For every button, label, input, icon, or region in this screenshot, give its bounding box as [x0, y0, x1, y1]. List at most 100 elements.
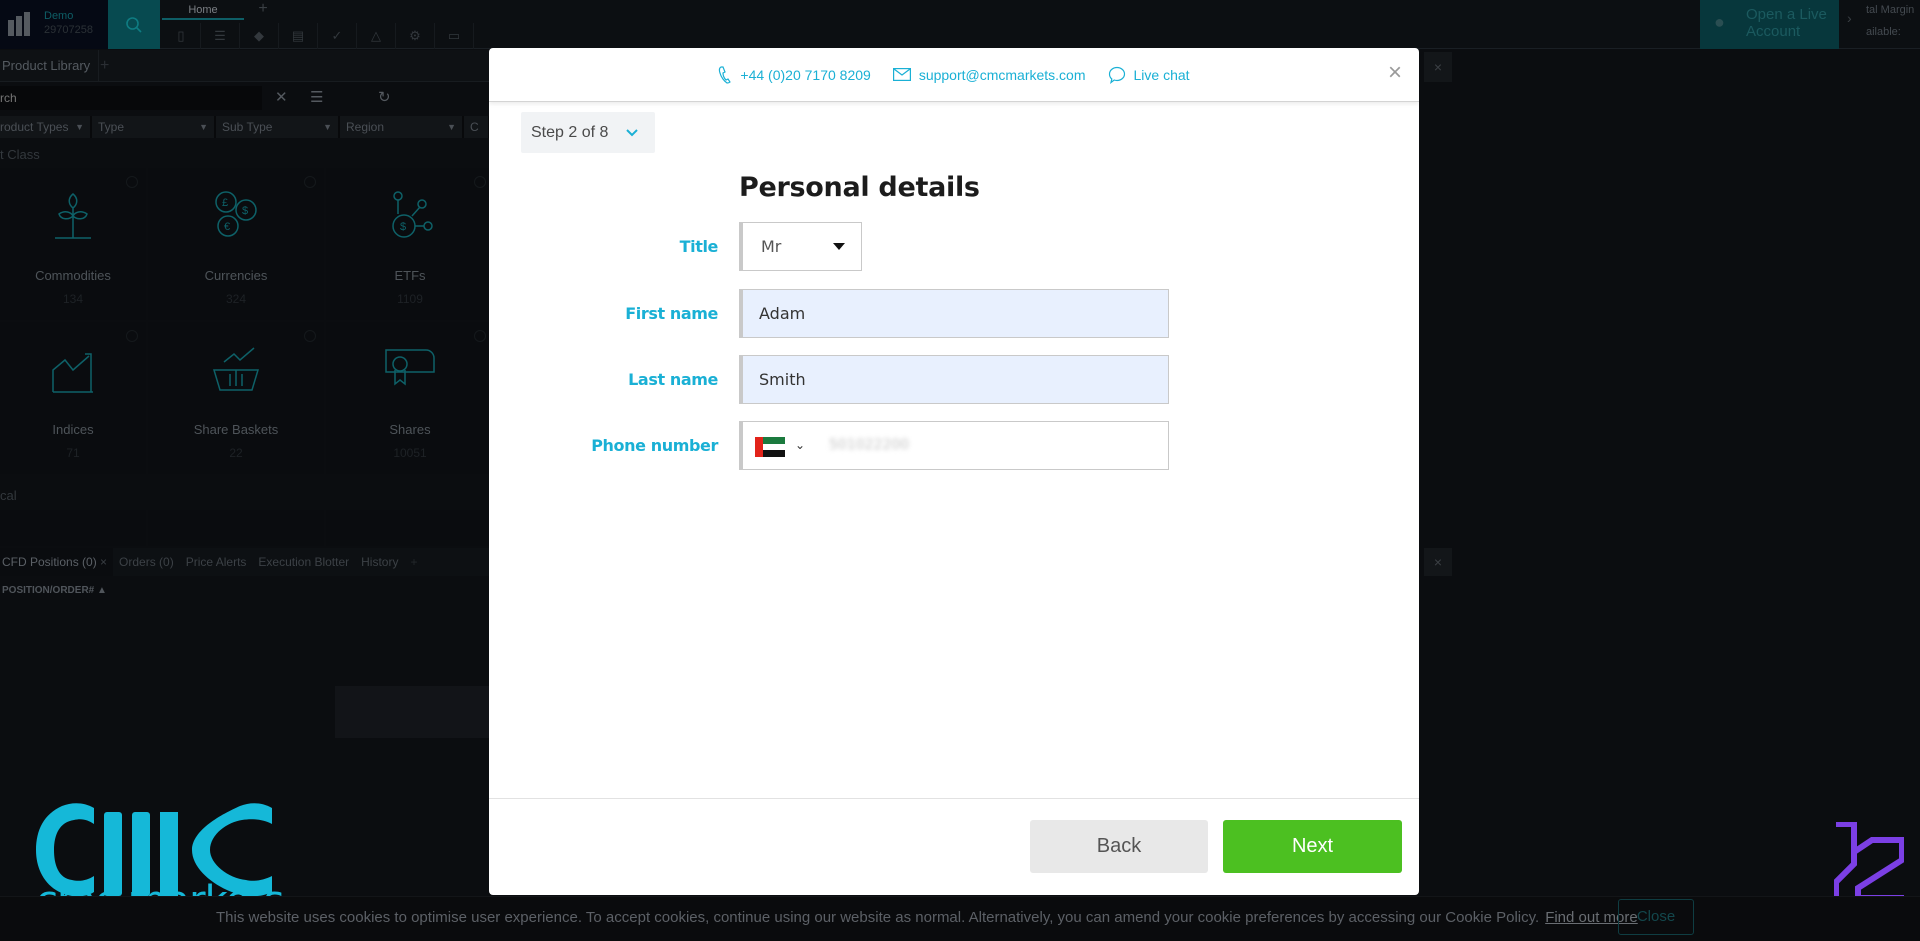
phone-number-value: 501022200: [829, 437, 910, 453]
index-chart-icon: [0, 344, 146, 404]
add-tab-button[interactable]: +: [404, 548, 423, 576]
contact-phone-link[interactable]: +44 (0)20 7170 8209: [718, 65, 871, 84]
add-user-icon: ●: [1714, 12, 1725, 32]
account-number: 29707258: [44, 24, 93, 36]
platform-toolbar: ▯ ☰ ◆ ▤ ✓ △ ⚙ ▭: [162, 23, 474, 49]
second-tiles: [0, 510, 494, 546]
app-root: Demo 29707258 Home + ▯ ☰ ◆ ▤ ✓ △ ⚙ ▭ ● O…: [0, 0, 1920, 941]
column-header-position[interactable]: POSITION/ORDER# ▲: [2, 585, 107, 596]
chart-icon[interactable]: ✓: [318, 23, 357, 49]
add-panel-tab-button[interactable]: +: [100, 50, 109, 82]
filter-partial[interactable]: C: [464, 116, 490, 138]
tab-history[interactable]: History: [355, 548, 404, 576]
tag-icon[interactable]: ◆: [240, 23, 279, 49]
first-name-input[interactable]: [739, 289, 1169, 338]
close-icon[interactable]: ×: [100, 555, 107, 569]
back-button[interactable]: Back: [1030, 820, 1208, 873]
tab-product-library[interactable]: Product Library: [0, 50, 100, 82]
section-asset-class: t Class: [0, 147, 40, 162]
open-live-account-button[interactable]: ● Open a Live Account: [1700, 0, 1839, 49]
education-icon[interactable]: △: [357, 23, 396, 49]
info-icon: [304, 176, 316, 188]
panel-close-icon[interactable]: ×: [1424, 548, 1452, 576]
caret-down-icon: ▼: [75, 122, 84, 132]
caret-down-icon: [833, 243, 845, 250]
tab-home[interactable]: Home: [162, 0, 244, 20]
info-icon: [126, 330, 138, 342]
last-name-input[interactable]: [739, 355, 1169, 404]
footer-divider: [489, 798, 1419, 799]
cookie-close-button[interactable]: Close: [1618, 899, 1694, 935]
tab-price-alerts[interactable]: Price Alerts: [180, 548, 253, 576]
tile-shares[interactable]: Shares 10051: [326, 322, 494, 474]
svg-text:€: €: [224, 221, 230, 233]
tile-commodities[interactable]: Commodities 134: [0, 168, 146, 320]
chevron-down-icon: [626, 124, 639, 142]
clear-search-icon[interactable]: ✕: [275, 86, 288, 110]
chat-bubble-icon: [1108, 66, 1125, 84]
panel-close-icon[interactable]: ×: [1424, 52, 1452, 82]
chevron-right-icon[interactable]: ›: [1847, 10, 1852, 26]
tile-partial[interactable]: [148, 510, 324, 546]
platform-search-button[interactable]: [108, 0, 160, 49]
first-name-row: First name: [489, 289, 1419, 338]
total-margin-label: tal Margin: [1866, 4, 1915, 16]
next-button[interactable]: Next: [1223, 820, 1402, 873]
info-icon: [304, 330, 316, 342]
product-search-input[interactable]: [0, 86, 262, 110]
tile-etfs[interactable]: $ ETFs 1109: [326, 168, 494, 320]
filter-region[interactable]: Region ▼: [340, 116, 464, 138]
filter-product-types[interactable]: roduct Types ▼: [0, 116, 92, 138]
first-name-label: First name: [625, 304, 718, 323]
basket-icon: [148, 344, 324, 404]
live-chat-link[interactable]: Live chat: [1108, 66, 1190, 84]
last-name-row: Last name: [489, 355, 1419, 404]
tile-currencies[interactable]: £ $ € Currencies 324: [148, 168, 324, 320]
form-title: Personal details: [739, 172, 980, 203]
last-name-label: Last name: [628, 370, 718, 389]
svg-text:$: $: [400, 221, 406, 233]
mail-icon: [892, 68, 911, 81]
gear-icon[interactable]: ⚙: [396, 23, 435, 49]
available-label: ailable:: [1866, 26, 1901, 38]
cookie-text: This website uses cookies to optimise us…: [216, 909, 1638, 926]
info-icon: [474, 330, 486, 342]
list-icon[interactable]: ☰: [201, 23, 240, 49]
tile-partial[interactable]: [326, 510, 494, 546]
tile-share-baskets[interactable]: Share Baskets 22: [148, 322, 324, 474]
caret-down-icon: ▼: [323, 122, 332, 132]
coins-icon: £ $ €: [148, 190, 324, 250]
modal-contact-header: +44 (0)20 7170 8209 support@cmcmarkets.c…: [489, 48, 1419, 102]
phone-input[interactable]: ⌄ 501022200: [739, 421, 1169, 470]
info-icon: [126, 176, 138, 188]
phone-icon: [719, 65, 732, 84]
bookmark-icon[interactable]: ▯: [162, 23, 201, 49]
product-library-tabs: Product Library +: [0, 50, 490, 82]
uae-flag-icon[interactable]: [755, 437, 785, 457]
network-dollar-icon: $: [326, 190, 494, 250]
add-tab-button[interactable]: +: [248, 0, 278, 20]
phone-row: Phone number ⌄ 501022200: [489, 421, 1419, 470]
plant-icon: [0, 190, 146, 250]
title-select[interactable]: Mr: [739, 222, 862, 271]
tab-orders[interactable]: Orders (0): [113, 548, 180, 576]
empty-state-placeholder: [335, 686, 490, 738]
cmc-bars-icon: [8, 12, 32, 36]
refresh-icon[interactable]: ↻: [378, 86, 391, 110]
document-icon[interactable]: ▤: [279, 23, 318, 49]
tile-indices[interactable]: Indices 71: [0, 322, 146, 474]
sort-asc-icon: ▲: [97, 585, 107, 596]
filter-settings-icon[interactable]: ☰: [310, 86, 323, 110]
filter-sub-type[interactable]: Sub Type ▼: [216, 116, 340, 138]
tab-cfd-positions[interactable]: CFD Positions (0) ×: [0, 548, 114, 576]
platform-topbar: Demo 29707258 Home + ▯ ☰ ◆ ▤ ✓ △ ⚙ ▭ ● O…: [0, 0, 1920, 49]
filter-type[interactable]: Type ▼: [92, 116, 216, 138]
contact-email-link[interactable]: support@cmcmarkets.com: [892, 67, 1086, 83]
step-indicator-dropdown[interactable]: Step 2 of 8: [521, 112, 655, 153]
tile-partial[interactable]: [0, 510, 146, 546]
window-icon[interactable]: ▭: [435, 23, 474, 49]
phone-label: Phone number: [591, 436, 718, 455]
close-modal-button[interactable]: ×: [1383, 61, 1407, 86]
country-chevron-down-icon[interactable]: ⌄: [795, 422, 805, 469]
tab-execution-blotter[interactable]: Execution Blotter: [252, 548, 355, 576]
